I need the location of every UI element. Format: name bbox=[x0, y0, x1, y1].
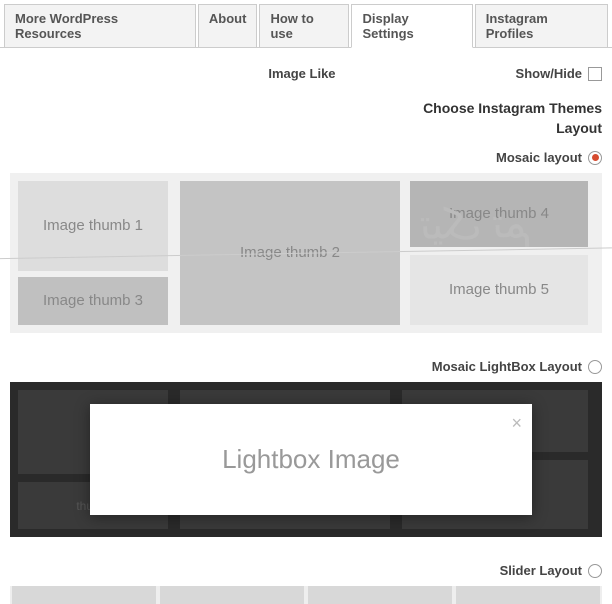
showhide-label: Show/Hide bbox=[516, 66, 582, 81]
showhide-checkbox[interactable] bbox=[588, 67, 602, 81]
lightbox-modal: Lightbox Image × bbox=[90, 404, 532, 515]
tab-howto[interactable]: How to use bbox=[259, 4, 349, 48]
tab-about[interactable]: About bbox=[198, 4, 258, 48]
section-title: Choose Instagram Themes Layout bbox=[0, 87, 612, 142]
lightbox-preview: thumb e b 4 e b 5 Lightbox Image × bbox=[10, 382, 602, 537]
mosaic-preview: Image thumb 1 Image thumb 2 Image thumb … bbox=[10, 173, 602, 333]
option-slider-radio[interactable] bbox=[588, 564, 602, 578]
tabs-bar: More WordPress Resources About How to us… bbox=[0, 0, 612, 48]
option-mosaic-label: Mosaic layout bbox=[496, 150, 582, 165]
setting-row-image-like: Image Like Show/Hide bbox=[0, 48, 612, 87]
mosaic-thumb-3: Image thumb 3 bbox=[18, 277, 168, 325]
slider-preview bbox=[10, 586, 602, 604]
option-slider-row: Slider Layout bbox=[0, 555, 612, 582]
option-mosaic-radio[interactable] bbox=[588, 151, 602, 165]
tab-profiles[interactable]: Instagram Profiles bbox=[475, 4, 608, 48]
tab-display-settings[interactable]: Display Settings bbox=[351, 4, 472, 48]
mosaic-thumb-5: Image thumb 5 bbox=[410, 255, 588, 325]
close-icon[interactable]: × bbox=[511, 412, 522, 435]
option-lightbox-radio[interactable] bbox=[588, 360, 602, 374]
option-lightbox-row: Mosaic LightBox Layout bbox=[0, 351, 612, 378]
option-mosaic-row: Mosaic layout bbox=[0, 142, 612, 169]
image-like-label: Image Like bbox=[268, 66, 335, 81]
tab-resources[interactable]: More WordPress Resources bbox=[4, 4, 196, 48]
option-slider-label: Slider Layout bbox=[500, 563, 582, 578]
watermark-text: تیک تم bbox=[419, 198, 532, 250]
option-lightbox-label: Mosaic LightBox Layout bbox=[432, 359, 582, 374]
